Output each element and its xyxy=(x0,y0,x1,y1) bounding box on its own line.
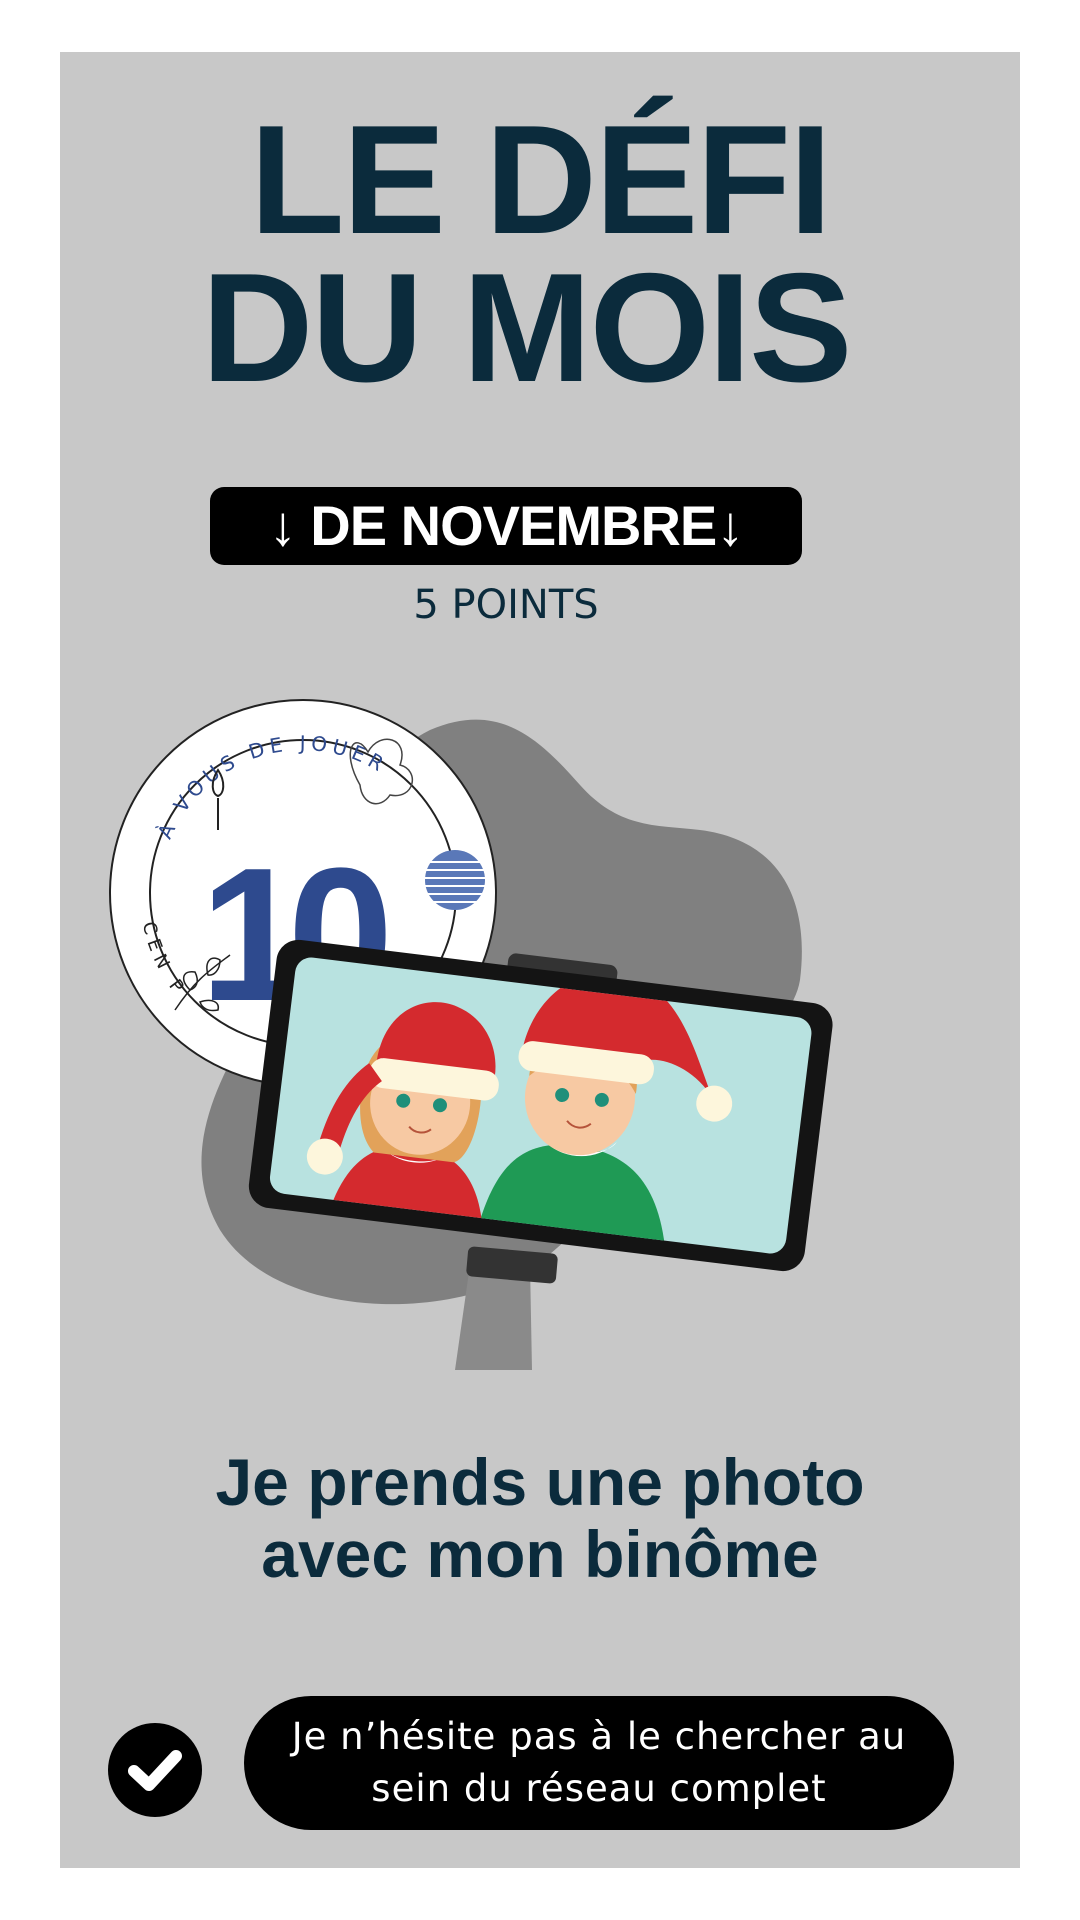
selfie-illustration: À VOUS DE JOUER CEN P 10 RE xyxy=(109,699,833,1370)
hint-line2: sein du réseau complet xyxy=(371,1767,827,1810)
check-icon xyxy=(108,1723,202,1817)
page-title-line1: LE DÉFI xyxy=(249,93,832,266)
month-badge: ↓ DE NOVEMBRE↓ xyxy=(210,487,802,565)
challenge-text-line1: Je prends une photo xyxy=(215,1445,865,1519)
challenge-text-line2: avec mon binôme xyxy=(261,1517,819,1591)
page-title-line2: DU MOIS xyxy=(201,241,852,414)
hint-line1: Je n’hésite pas à le chercher au xyxy=(291,1715,907,1758)
hint-banner: Je n’hésite pas à le chercher au sein du… xyxy=(244,1696,954,1830)
points-label: 5 POINTS xyxy=(413,582,599,628)
